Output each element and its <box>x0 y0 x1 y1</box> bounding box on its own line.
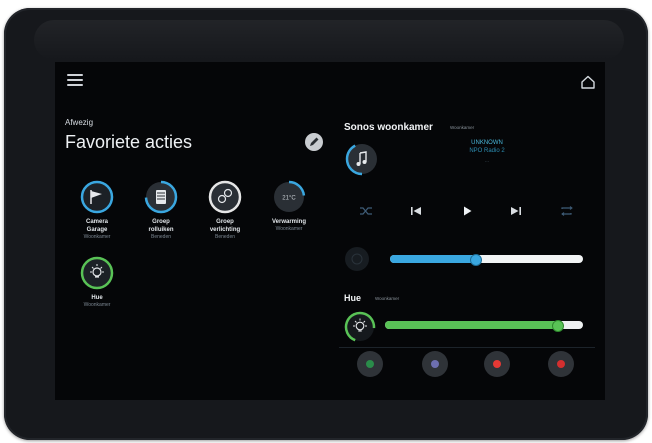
pencil-icon <box>310 137 319 146</box>
next-icon[interactable] <box>507 202 525 220</box>
sonos-title: Sonos woonkamer <box>344 122 433 133</box>
brightness-knob[interactable] <box>552 320 564 332</box>
tile-label-2: Garage <box>86 227 108 233</box>
home-icon[interactable] <box>580 74 596 90</box>
track-extra: ... <box>484 158 490 164</box>
tile-sublabel: Beneden <box>150 234 172 240</box>
scene-button-green[interactable] <box>357 351 383 377</box>
volume-icon <box>345 247 369 271</box>
tile-label: Groep <box>152 219 170 225</box>
tile-label: Camera <box>85 219 108 225</box>
volume-knob[interactable] <box>470 254 482 266</box>
shuffle-icon[interactable] <box>357 202 375 220</box>
tile-sublabel: Woonkamer <box>83 302 111 308</box>
track-station: NPO Radio 2 <box>469 148 505 154</box>
tile-sublabel: Woonkamer <box>83 234 111 240</box>
scene-button-dark-red[interactable] <box>548 351 574 377</box>
tile-label: Hue <box>91 295 103 301</box>
tablet-screen: Afwezig Favoriete acties Camera Garage Wo… <box>55 62 605 400</box>
tile-label-2: verlichting <box>209 227 241 233</box>
favorite-tile-groep-rolluiken[interactable]: Groep rolluiken Beneden <box>131 180 191 241</box>
tile-label: Verwarming <box>271 219 306 225</box>
tile-label-2: rolluiken <box>148 227 174 233</box>
camera-icon <box>80 180 114 214</box>
favorite-tile-hue[interactable]: Hue Woonkamer <box>67 256 127 309</box>
track-title: UNKNOWN <box>471 140 503 146</box>
repeat-icon[interactable] <box>558 202 576 220</box>
edit-favorites-button[interactable] <box>305 133 323 151</box>
scene-color-dot <box>431 360 439 368</box>
music-note-icon[interactable] <box>345 142 379 176</box>
sonos-room: Woonkamer <box>450 125 475 130</box>
previous-icon[interactable] <box>407 202 425 220</box>
thermostat-value: 21°C <box>282 196 296 202</box>
hue-room: Woonkamer <box>375 296 400 301</box>
brightness-slider[interactable] <box>385 320 583 332</box>
thermostat-icon: 21°C <box>272 180 306 214</box>
favorite-tile-groep-verlichting[interactable]: Groep verlichting Beneden <box>195 180 255 241</box>
play-icon[interactable] <box>458 202 476 220</box>
hamburger-menu-icon[interactable] <box>67 74 83 88</box>
scene-color-dot <box>366 360 374 368</box>
lights-icon <box>208 180 242 214</box>
scene-button-red[interactable] <box>484 351 510 377</box>
favorite-tile-verwarming[interactable]: 21°C Verwarming Woonkamer <box>259 180 319 233</box>
blinds-icon <box>144 180 178 214</box>
scene-button-lavender[interactable] <box>422 351 448 377</box>
favorite-tile-camera-garage[interactable]: Camera Garage Woonkamer <box>67 180 127 241</box>
hue-bulb-icon[interactable] <box>344 311 376 343</box>
presence-status: Afwezig <box>65 118 94 127</box>
volume-slider[interactable] <box>390 254 583 266</box>
tile-sublabel: Woonkamer <box>275 226 303 232</box>
scene-divider <box>339 347 595 348</box>
brightness-fill <box>385 321 557 329</box>
hue-title: Hue <box>344 293 362 303</box>
volume-fill <box>390 255 475 263</box>
favorites-title: Favoriete acties <box>65 132 193 152</box>
bezel-reflection <box>34 20 624 60</box>
scene-color-dot <box>557 360 565 368</box>
tile-label: Groep <box>216 219 234 225</box>
tile-sublabel: Beneden <box>214 234 236 240</box>
scene-color-dot <box>493 360 501 368</box>
bulb-icon <box>80 256 114 290</box>
